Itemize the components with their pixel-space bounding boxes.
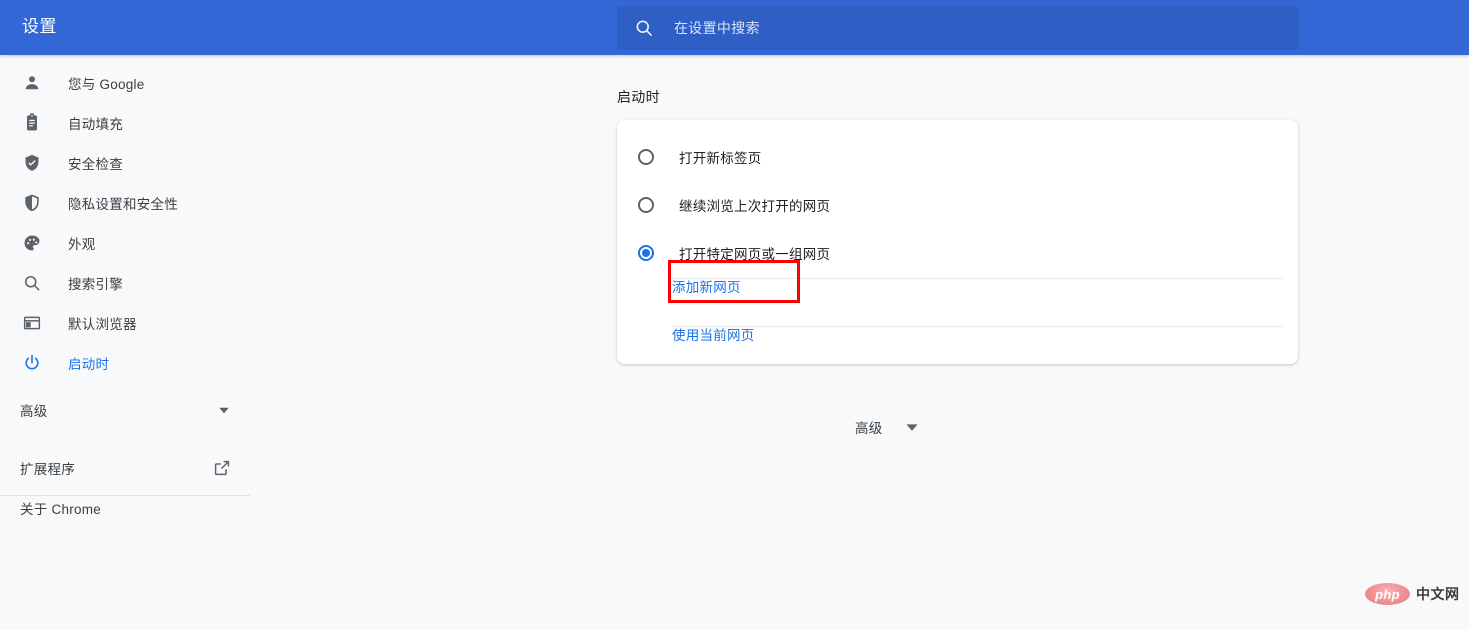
- search-box[interactable]: [617, 6, 1299, 50]
- row-add-new-page[interactable]: 添加新网页: [617, 262, 1298, 310]
- browser-window-icon: [23, 316, 41, 330]
- sidebar-item-safety-check[interactable]: 安全检查: [0, 143, 250, 183]
- sidebar-item-label: 外观: [68, 237, 96, 252]
- watermark-text: 中文网: [1416, 586, 1460, 602]
- php-logo: php: [1365, 583, 1410, 605]
- shield-check-icon: [25, 154, 39, 171]
- person-icon: [25, 76, 39, 90]
- sidebar-item-label: 自动填充: [68, 117, 123, 132]
- advanced-toggle-button[interactable]: 高级: [855, 417, 919, 437]
- power-icon: [25, 354, 39, 370]
- sidebar-item-autofill[interactable]: 自动填充: [0, 103, 250, 143]
- search-input[interactable]: [674, 16, 1299, 40]
- sidebar-item-label: 启动时: [68, 357, 110, 372]
- sidebar-item-label: 安全检查: [68, 157, 123, 172]
- row-use-current-pages[interactable]: 使用当前网页: [617, 310, 1298, 358]
- sidebar-item-extensions[interactable]: 扩展程序: [0, 448, 250, 488]
- sidebar-item-label: 高级: [20, 404, 48, 419]
- app-header: 设置: [0, 0, 1469, 55]
- use-current-pages-link[interactable]: 使用当前网页: [672, 324, 755, 344]
- shield-icon: [25, 194, 39, 212]
- advanced-toggle-label: 高级: [855, 421, 883, 436]
- sidebar-item-about-chrome[interactable]: 关于 Chrome: [0, 488, 250, 528]
- radio-label: 打开新标签页: [679, 151, 762, 166]
- sidebar-item-label: 扩展程序: [20, 462, 75, 477]
- sidebar-item-you-and-google[interactable]: 您与 Google: [0, 63, 250, 103]
- watermark: php 中文网: [1365, 583, 1460, 605]
- search-icon: [24, 275, 40, 291]
- startup-options-card: 打开新标签页 继续浏览上次打开的网页 打开特定网页或一组网页 添加新网页 使用当…: [617, 120, 1298, 364]
- radio-button[interactable]: [638, 149, 654, 165]
- search-icon: [636, 20, 652, 36]
- sidebar: 您与 Google 自动填充 安全检查 隐私设置和安全性 外观 搜索引擎 默认浏…: [0, 55, 250, 630]
- sidebar-item-label: 搜索引擎: [68, 277, 123, 292]
- palette-icon: [24, 235, 40, 251]
- sidebar-item-search-engine[interactable]: 搜索引擎: [0, 263, 250, 303]
- radio-label: 打开特定网页或一组网页: [679, 247, 831, 262]
- clipboard-icon: [27, 113, 37, 131]
- sidebar-item-appearance[interactable]: 外观: [0, 223, 250, 263]
- sidebar-item-privacy-and-security[interactable]: 隐私设置和安全性: [0, 183, 250, 223]
- sidebar-item-advanced[interactable]: 高级: [0, 390, 250, 430]
- sidebar-item-label: 您与 Google: [68, 77, 145, 92]
- add-new-page-link[interactable]: 添加新网页: [672, 276, 741, 296]
- sidebar-item-label: 关于 Chrome: [20, 502, 102, 517]
- section-title-on-startup: 启动时: [617, 89, 660, 105]
- chevron-down-icon: [905, 424, 918, 431]
- chevron-down-icon: [219, 407, 229, 414]
- radio-button-selected[interactable]: [638, 245, 654, 261]
- sidebar-item-label: 隐私设置和安全性: [68, 197, 178, 212]
- radio-row-continue-where-left-off[interactable]: 继续浏览上次打开的网页: [617, 181, 1298, 229]
- main-content: 启动时 打开新标签页 继续浏览上次打开的网页 打开特定网页或一组网页 添加新网页…: [250, 55, 1469, 630]
- sidebar-item-label: 默认浏览器: [68, 317, 137, 332]
- radio-label: 继续浏览上次打开的网页: [679, 199, 831, 214]
- radio-row-open-new-tab[interactable]: 打开新标签页: [617, 133, 1298, 181]
- sidebar-item-default-browser[interactable]: 默认浏览器: [0, 303, 250, 343]
- radio-button[interactable]: [638, 197, 654, 213]
- page-title: 设置: [22, 17, 57, 36]
- external-link-icon: [214, 460, 230, 476]
- sidebar-item-on-startup[interactable]: 启动时: [0, 343, 250, 383]
